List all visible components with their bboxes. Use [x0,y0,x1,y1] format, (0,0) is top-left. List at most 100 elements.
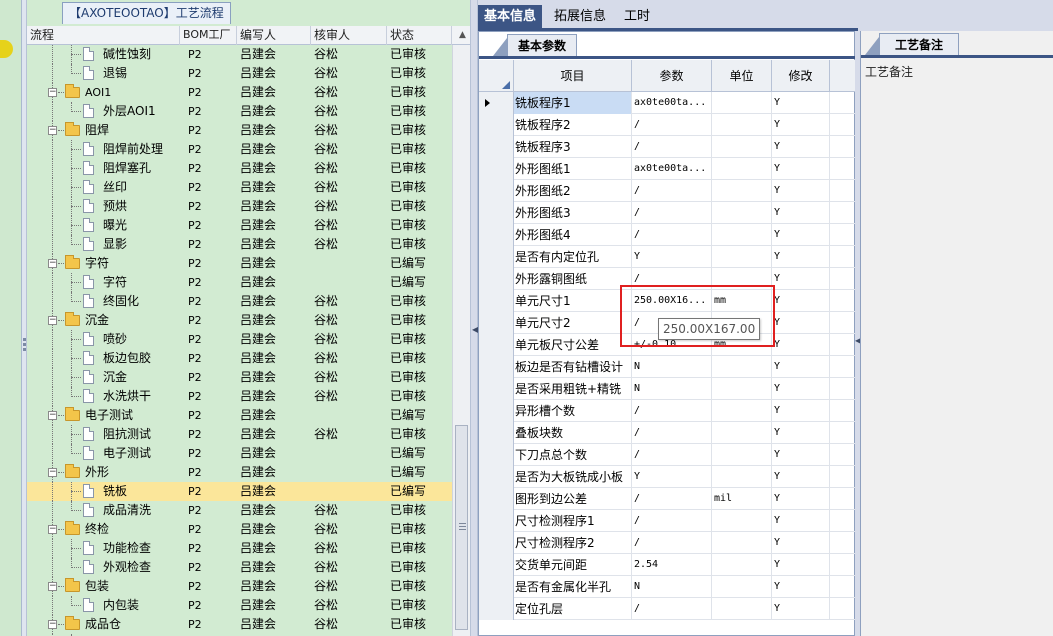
param-unit-cell[interactable] [712,136,772,158]
param-row[interactable]: 外形图纸3/ Y [479,202,855,224]
param-item-cell[interactable]: 交货单元间距 [514,554,632,576]
param-value-cell[interactable]: / [632,532,712,554]
param-unit-cell[interactable] [712,378,772,400]
param-row[interactable]: 单元尺寸1 250.00X16... mm Y [479,290,855,312]
param-value-cell[interactable]: 2.54 [632,554,712,576]
row-indicator[interactable] [479,136,514,158]
param-edit-cell[interactable]: Y [772,290,830,312]
tree-folder-row[interactable]: − 外形 P2 吕建会 已编写 [27,463,452,482]
tree-node[interactable]: − 成品仓 [27,615,180,634]
tree-node[interactable]: − 包装 [27,577,180,596]
tree-node[interactable]: 板边包胶 [27,349,180,368]
tree-node[interactable]: − 电子测试 [27,406,180,425]
param-value-cell[interactable]: / [632,180,712,202]
param-row[interactable]: 是否有金属化半孔 N Y [479,576,855,598]
row-indicator[interactable] [479,598,514,620]
param-row[interactable]: 尺寸检测程序1/ Y [479,510,855,532]
tree-row[interactable]: 外层AOI1 P2 吕建会 谷松 已审核 [27,102,452,121]
param-unit-cell[interactable] [712,400,772,422]
column-header-param[interactable]: 参数 [632,60,712,92]
row-pointer-icon[interactable] [479,92,514,114]
param-unit-cell[interactable] [712,158,772,180]
row-indicator[interactable] [479,444,514,466]
param-unit-cell[interactable] [712,554,772,576]
tree-node[interactable]: 丝印 [27,178,180,197]
collapse-icon[interactable]: − [48,316,57,325]
row-indicator[interactable] [479,224,514,246]
param-row[interactable]: 是否采用粗铣+精铣 N Y [479,378,855,400]
param-item-cell[interactable]: 定位孔层 [514,598,632,620]
param-item-cell[interactable]: 外形图纸2 [514,180,632,202]
param-row[interactable]: 是否有内定位孔 Y Y [479,246,855,268]
param-edit-cell[interactable]: Y [772,422,830,444]
column-header-process[interactable]: 流程 [27,26,180,45]
param-row[interactable]: 铣板程序1 ax0te00ta... Y [479,92,855,114]
tree-node[interactable]: 曝光 [27,216,180,235]
param-unit-cell[interactable] [712,114,772,136]
tree-node[interactable]: 功能检查 [27,539,180,558]
param-row[interactable]: 外形图纸4/ Y [479,224,855,246]
column-header-item[interactable]: 项目 [514,60,632,92]
tree-folder-row[interactable]: − 电子测试 P2 吕建会 已编写 [27,406,452,425]
tree-folder-row[interactable]: − 终检 P2 吕建会 谷松 已审核 [27,520,452,539]
param-item-cell[interactable]: 是否采用粗铣+精铣 [514,378,632,400]
param-item-cell[interactable]: 外形露铜图纸 [514,268,632,290]
collapse-icon[interactable]: − [48,126,57,135]
param-item-cell[interactable]: 铣板程序1 [514,92,632,114]
tab-basic-params[interactable]: 基本参数 [507,34,577,56]
row-indicator[interactable] [479,114,514,136]
param-unit-cell[interactable] [712,444,772,466]
tree-node[interactable]: − 沉金 [27,311,180,330]
param-value-cell[interactable]: / [632,488,712,510]
row-indicator[interactable] [479,268,514,290]
collapse-icon[interactable]: − [48,88,57,97]
collapse-icon[interactable]: − [48,468,57,477]
param-row[interactable]: 异形槽个数 / Y [479,400,855,422]
param-value-cell[interactable]: / [632,400,712,422]
tree-row[interactable]: 成品清洗 P2 吕建会 谷松 已审核 [27,501,452,520]
param-unit-cell[interactable] [712,576,772,598]
param-unit-cell[interactable] [712,268,772,290]
param-edit-cell[interactable]: Y [772,488,830,510]
tab-work-hours[interactable]: 工时 [618,5,656,29]
tree-row[interactable]: 预烘 P2 吕建会 谷松 已审核 [27,197,452,216]
param-item-cell[interactable]: 尺寸检测程序1 [514,510,632,532]
param-edit-cell[interactable]: Y [772,136,830,158]
param-edit-cell[interactable]: Y [772,312,830,334]
row-indicator[interactable] [479,202,514,224]
tree-node[interactable]: 碱性蚀刻 [27,45,180,64]
param-value-cell[interactable]: Y [632,246,712,268]
tree-node[interactable]: 阻抗测试 [27,425,180,444]
tree-row[interactable]: 显影 P2 吕建会 谷松 已审核 [27,235,452,254]
param-value-cell[interactable]: N [632,356,712,378]
tree-row[interactable]: 阻抗测试 P2 吕建会 谷松 已审核 [27,425,452,444]
param-item-cell[interactable]: 是否有内定位孔 [514,246,632,268]
tree-node[interactable]: 预烘 [27,197,180,216]
tree-row[interactable]: 铣板 P2 吕建会 已编写 [27,482,452,501]
row-indicator[interactable] [479,488,514,510]
param-edit-cell[interactable]: Y [772,510,830,532]
param-item-cell[interactable]: 单元尺寸2 [514,312,632,334]
param-value-cell[interactable]: N [632,576,712,598]
row-indicator[interactable] [479,378,514,400]
tree-node[interactable]: 成品清洗 [27,501,180,520]
tree-node[interactable]: 铣板 [27,482,180,501]
param-value-cell[interactable]: Y [632,466,712,488]
param-item-cell[interactable]: 下刀点总个数 [514,444,632,466]
param-item-cell[interactable]: 铣板程序2 [514,114,632,136]
param-value-cell[interactable]: / [632,224,712,246]
tree-node[interactable]: 阻焊前处理 [27,140,180,159]
row-indicator[interactable] [479,400,514,422]
tree-row[interactable]: 功能检查 P2 吕建会 谷松 已审核 [27,539,452,558]
param-value-cell[interactable]: 250.00X16... [632,290,712,312]
tree-row[interactable]: 电子测试 P2 吕建会 已编写 [27,444,452,463]
tree-folder-row[interactable]: − AOI1 P2 吕建会 谷松 已审核 [27,83,452,102]
tree-row[interactable]: 内包装 P2 吕建会 谷松 已审核 [27,596,452,615]
column-header-writer[interactable]: 编写人 [237,26,311,45]
param-value-cell[interactable]: N [632,378,712,400]
param-unit-cell[interactable] [712,598,772,620]
column-header-edit[interactable]: 修改 [772,60,830,92]
param-edit-cell[interactable]: Y [772,400,830,422]
tree-node[interactable]: − AOI1 [27,83,180,102]
param-value-cell[interactable]: / [632,114,712,136]
